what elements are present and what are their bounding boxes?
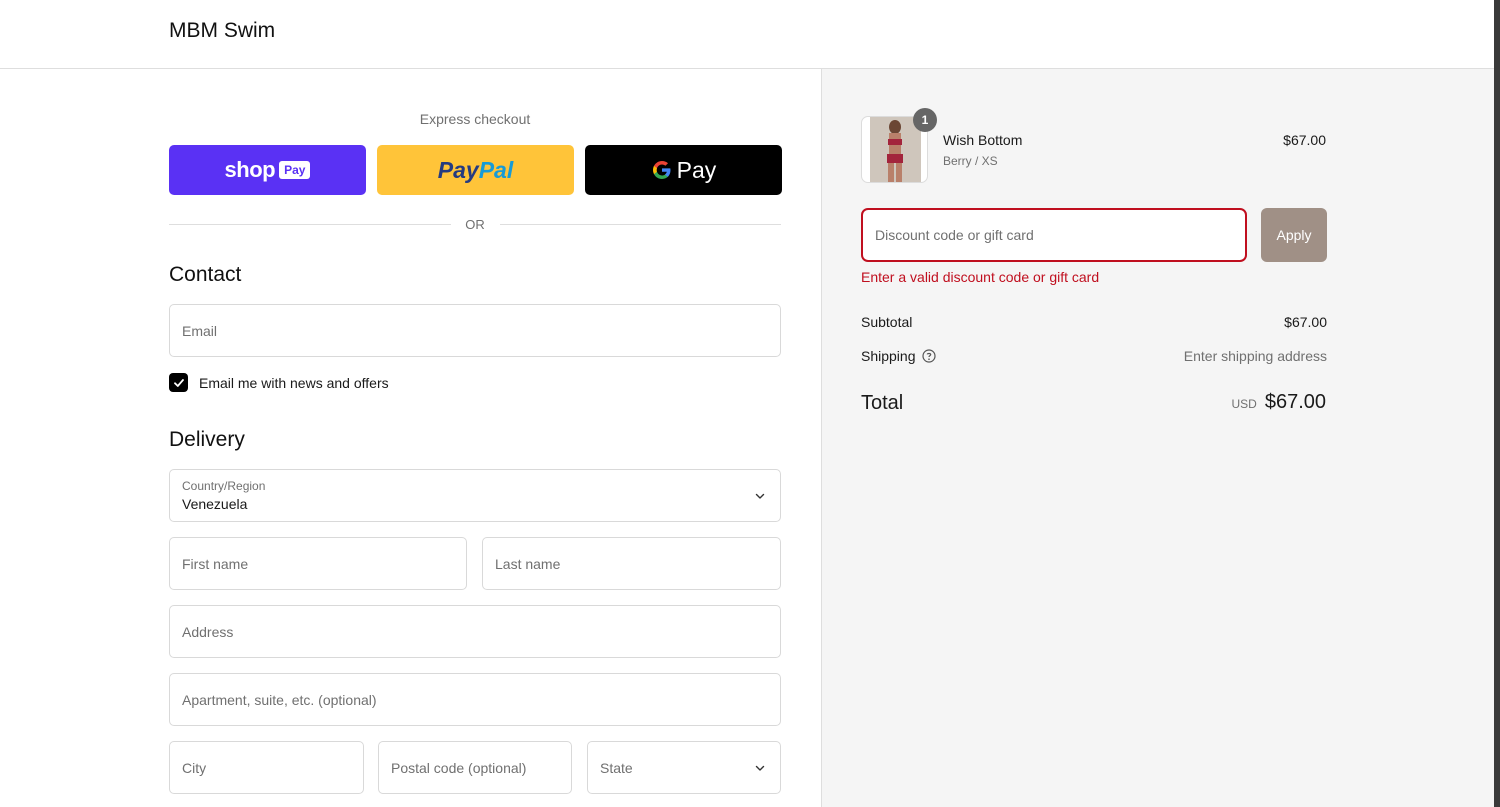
subtotal-label: Subtotal (861, 314, 913, 330)
shop-pay-logo: shop (224, 157, 276, 182)
chevron-down-icon (755, 493, 765, 499)
last-name-input[interactable] (483, 538, 780, 589)
product-name: Wish Bottom (943, 132, 1023, 148)
city-input[interactable] (170, 742, 363, 793)
first-name-field[interactable] (169, 537, 467, 590)
contact-heading: Contact (169, 263, 242, 286)
newsletter-label: Email me with news and offers (199, 374, 389, 391)
apartment-input[interactable] (170, 674, 780, 725)
shipping-value: Enter shipping address (1183, 348, 1327, 364)
store-logo[interactable]: MBM Swim (169, 19, 275, 43)
checkmark-icon (173, 378, 184, 387)
order-summary-panel: 1 Wish Bottom Berry / XS $67.00 Apply En… (821, 69, 1494, 807)
discount-error-message: Enter a valid discount code or gift card (861, 269, 1100, 285)
discount-field[interactable] (861, 208, 1247, 262)
shop-pay-badge: Pay (279, 161, 311, 179)
postal-code-field[interactable] (378, 741, 572, 794)
country-label: Country/Region (182, 479, 266, 493)
google-g-icon (652, 161, 671, 179)
total-value: USD $67.00 (1231, 391, 1326, 414)
paypal-logo: PayPal (437, 156, 514, 183)
discount-input[interactable] (863, 210, 1245, 260)
total-label: Total (861, 392, 904, 414)
state-select[interactable]: State (587, 741, 781, 794)
last-name-field[interactable] (482, 537, 781, 590)
total-amount: $67.00 (1264, 391, 1326, 413)
chevron-down-icon (755, 765, 765, 771)
quantity-badge: 1 (913, 108, 937, 132)
product-price: $67.00 (1283, 132, 1326, 148)
product-variant: Berry / XS (943, 154, 998, 168)
address-field[interactable] (169, 605, 781, 658)
shipping-label: Shipping (861, 348, 916, 364)
shop-pay-button[interactable]: shop Pay (169, 145, 366, 195)
country-select[interactable]: Country/Region Venezuela (169, 469, 781, 522)
newsletter-option[interactable]: Email me with news and offers (169, 373, 389, 392)
newsletter-checkbox[interactable] (169, 373, 188, 392)
delivery-heading: Delivery (169, 428, 245, 451)
postal-code-input[interactable] (379, 742, 571, 793)
apartment-field[interactable] (169, 673, 781, 726)
or-text: OR (465, 217, 485, 232)
email-input[interactable] (170, 305, 780, 356)
google-pay-logo: Pay (651, 156, 717, 184)
currency-code: USD (1231, 397, 1257, 411)
google-pay-button[interactable]: Pay (585, 145, 782, 195)
paypal-button[interactable]: PayPal (377, 145, 574, 195)
express-checkout-label: Express checkout (419, 111, 531, 127)
header: MBM Swim (0, 0, 1494, 69)
address-input[interactable] (170, 606, 780, 657)
country-value: Venezuela (182, 496, 248, 512)
first-name-input[interactable] (170, 538, 466, 589)
window-edge (1494, 0, 1500, 807)
subtotal-value: $67.00 (1284, 314, 1327, 330)
city-field[interactable] (169, 741, 364, 794)
google-pay-text: Pay (676, 156, 717, 183)
email-field[interactable] (169, 304, 781, 357)
state-placeholder: State (600, 760, 633, 776)
apply-discount-button[interactable]: Apply (1261, 208, 1327, 262)
help-icon[interactable] (921, 349, 936, 363)
or-divider: OR (169, 215, 781, 233)
